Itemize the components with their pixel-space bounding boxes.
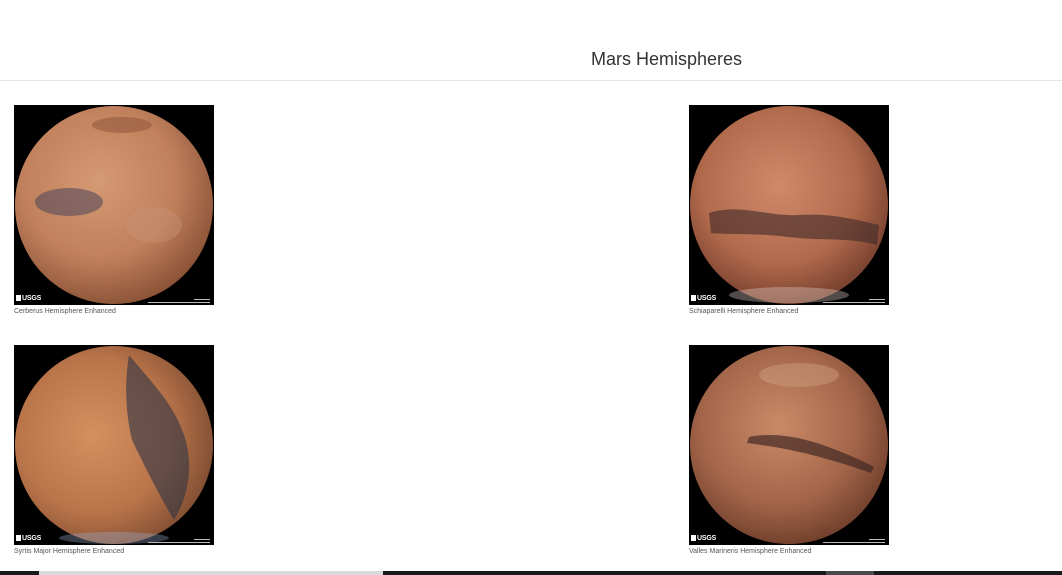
- hemisphere-image-syrtis-major[interactable]: USGS: [14, 345, 214, 545]
- credit-line: [148, 302, 210, 303]
- scrollbar-thumb[interactable]: [39, 571, 383, 575]
- hemisphere-title[interactable]: Syrtis Major Hemisphere Enhanced: [14, 547, 214, 556]
- credit-line: [869, 299, 885, 300]
- credit-line: [148, 542, 210, 543]
- hemisphere-image-valles-marineris[interactable]: USGS: [689, 345, 889, 545]
- page-title: Mars Hemispheres: [591, 49, 743, 69]
- credit-line: [194, 539, 210, 540]
- hemisphere-image-schiaparelli[interactable]: USGS: [689, 105, 889, 305]
- usgs-logo: USGS: [16, 295, 41, 303]
- hemisphere-image-cerberus[interactable]: USGS: [14, 105, 214, 305]
- hemisphere-title[interactable]: Cerberus Hemisphere Enhanced: [14, 307, 214, 316]
- mars-globe-icon: [690, 346, 888, 544]
- horizontal-scrollbar[interactable]: [0, 571, 1062, 575]
- hemisphere-card-syrtis-major[interactable]: USGS Syrtis Major Hemisphere Enhanced: [14, 345, 214, 556]
- hemisphere-title[interactable]: Schiaparelli Hemisphere Enhanced: [689, 307, 889, 316]
- hemisphere-card-schiaparelli[interactable]: USGS Schiaparelli Hemisphere Enhanced: [689, 105, 889, 316]
- credit-line: [823, 542, 885, 543]
- credit-line: [869, 539, 885, 540]
- hemisphere-card-cerberus[interactable]: USGS Cerberus Hemisphere Enhanced: [14, 105, 214, 316]
- mars-globe-icon: [15, 106, 213, 304]
- page: Mars Hemispheres USGS Cerberus Hemispher…: [0, 0, 1062, 575]
- mars-globe-icon: [690, 106, 888, 304]
- header: Mars Hemispheres: [0, 0, 1062, 81]
- mars-globe-icon: [15, 346, 213, 544]
- hemisphere-card-valles-marineris[interactable]: USGS Valles Marineris Hemisphere Enhance…: [689, 345, 889, 556]
- credit-line: [823, 302, 885, 303]
- usgs-logo: USGS: [16, 535, 41, 543]
- credit-line: [194, 299, 210, 300]
- hemisphere-title[interactable]: Valles Marineris Hemisphere Enhanced: [689, 547, 889, 556]
- usgs-logo: USGS: [691, 295, 716, 303]
- usgs-logo: USGS: [691, 535, 716, 543]
- scrollbar-marker: [826, 571, 874, 575]
